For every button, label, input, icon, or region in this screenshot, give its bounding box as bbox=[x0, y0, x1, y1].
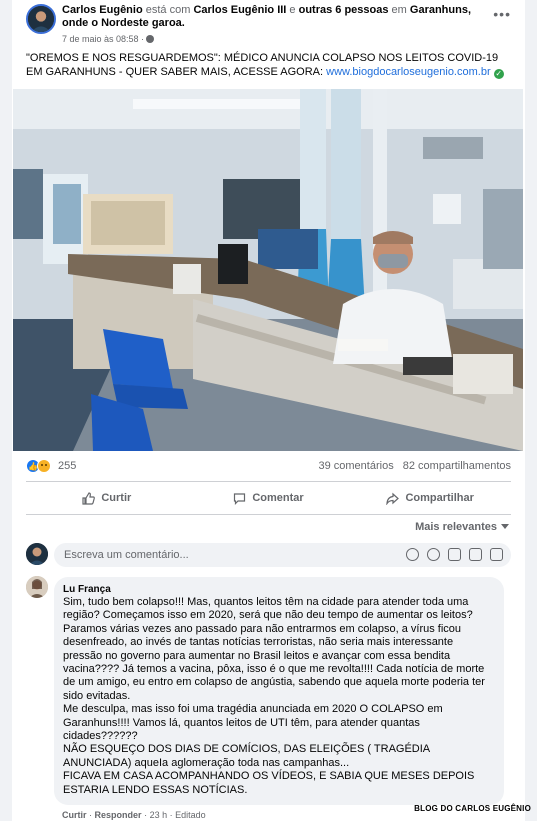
share-icon bbox=[386, 492, 400, 505]
like-label: Curtir bbox=[101, 492, 132, 504]
in-word: em bbox=[391, 4, 407, 16]
comment-body: Sim, tudo bem colapso!!! Mas, quantos le… bbox=[63, 596, 485, 796]
watermark: BLOG DO CARLOS EUGÊNIO bbox=[414, 804, 531, 813]
and-word: e bbox=[289, 4, 296, 16]
share-label: Compartilhar bbox=[405, 492, 474, 504]
author-name[interactable]: Carlos Eugênio bbox=[62, 4, 143, 16]
globe-icon bbox=[146, 35, 155, 43]
comment-count[interactable]: 39 comentários bbox=[318, 460, 393, 472]
comment-author[interactable]: Lu França bbox=[63, 583, 495, 596]
post-header-text: Carlos Eugênio está com Carlos Eugênio I… bbox=[62, 4, 482, 30]
reaction-icons[interactable]: 👍 bbox=[26, 459, 52, 473]
share-button[interactable]: Compartilhar bbox=[349, 484, 511, 512]
comment-button[interactable]: Comentar bbox=[188, 484, 350, 512]
meta-sep: · bbox=[89, 810, 93, 820]
composer-tools bbox=[406, 548, 503, 561]
thumbs-up-icon bbox=[82, 491, 96, 505]
sort-dropdown[interactable]: Mais relevantes bbox=[415, 521, 509, 533]
post-actions: Curtir Comentar Compartilhar bbox=[26, 484, 511, 512]
commenter-avatar[interactable] bbox=[26, 576, 48, 598]
sad-icon bbox=[37, 459, 51, 473]
comment-time[interactable]: 23 h bbox=[150, 810, 168, 820]
sticker-icon[interactable] bbox=[406, 548, 419, 561]
check-circle-icon: ✓ bbox=[493, 69, 504, 79]
post-link[interactable]: www.biogdocarloseugenio.com.br bbox=[326, 66, 490, 78]
divider bbox=[26, 514, 511, 515]
post-timestamp[interactable]: 7 de maio às 08:58 · bbox=[62, 34, 144, 44]
share-count[interactable]: 82 compartilhamentos bbox=[403, 460, 511, 472]
sort-label: Mais relevantes bbox=[415, 521, 497, 533]
tagged-others[interactable]: outras 6 pessoas bbox=[299, 4, 389, 16]
hospital-photo-illustration bbox=[13, 89, 523, 451]
comment-like-link[interactable]: Curtir bbox=[62, 810, 87, 820]
comment-bubble: Lu França Sim, tudo bem colapso!!! Mas, … bbox=[54, 577, 504, 805]
meta-sep: · bbox=[169, 810, 173, 820]
reaction-count[interactable]: 255 bbox=[58, 460, 76, 472]
stats-right: 39 comentários 82 compartilhamentos bbox=[312, 460, 511, 472]
divider bbox=[26, 481, 511, 482]
like-button[interactable]: Curtir bbox=[26, 484, 188, 512]
comment-input[interactable] bbox=[64, 543, 364, 567]
gif-icon[interactable] bbox=[469, 548, 482, 561]
post-card: Carlos Eugênio está com Carlos Eugênio I… bbox=[12, 0, 525, 821]
tagged-person[interactable]: Carlos Eugênio III bbox=[193, 4, 286, 16]
viewer-avatar[interactable] bbox=[26, 543, 48, 565]
post-header: Carlos Eugênio está com Carlos Eugênio I… bbox=[12, 0, 525, 48]
camera-icon[interactable] bbox=[448, 548, 461, 561]
comment-edited: Editado bbox=[175, 810, 206, 820]
comment-label: Comentar bbox=[252, 492, 304, 504]
post-text: "OREMOS E NOS RESGUARDEMOS": MÉDICO ANUN… bbox=[26, 51, 516, 79]
post-meta: 7 de maio às 08:58 · bbox=[62, 34, 155, 44]
author-avatar[interactable] bbox=[26, 4, 56, 34]
sticker-square-icon[interactable] bbox=[490, 548, 503, 561]
with-word: está com bbox=[145, 4, 191, 16]
meta-sep: · bbox=[144, 810, 148, 820]
caret-down-icon bbox=[501, 524, 509, 529]
emoji-icon[interactable] bbox=[427, 548, 440, 561]
comment-reply-link[interactable]: Responder bbox=[95, 810, 142, 820]
more-dots-icon[interactable]: ••• bbox=[493, 7, 511, 21]
post-photo[interactable] bbox=[13, 89, 523, 451]
comment-composer bbox=[54, 543, 511, 567]
comment-meta: Curtir · Responder · 23 h · Editado bbox=[62, 810, 206, 820]
post-stats: 👍 255 39 comentários 82 compartilhamento… bbox=[12, 455, 525, 477]
comment-icon bbox=[234, 492, 246, 505]
